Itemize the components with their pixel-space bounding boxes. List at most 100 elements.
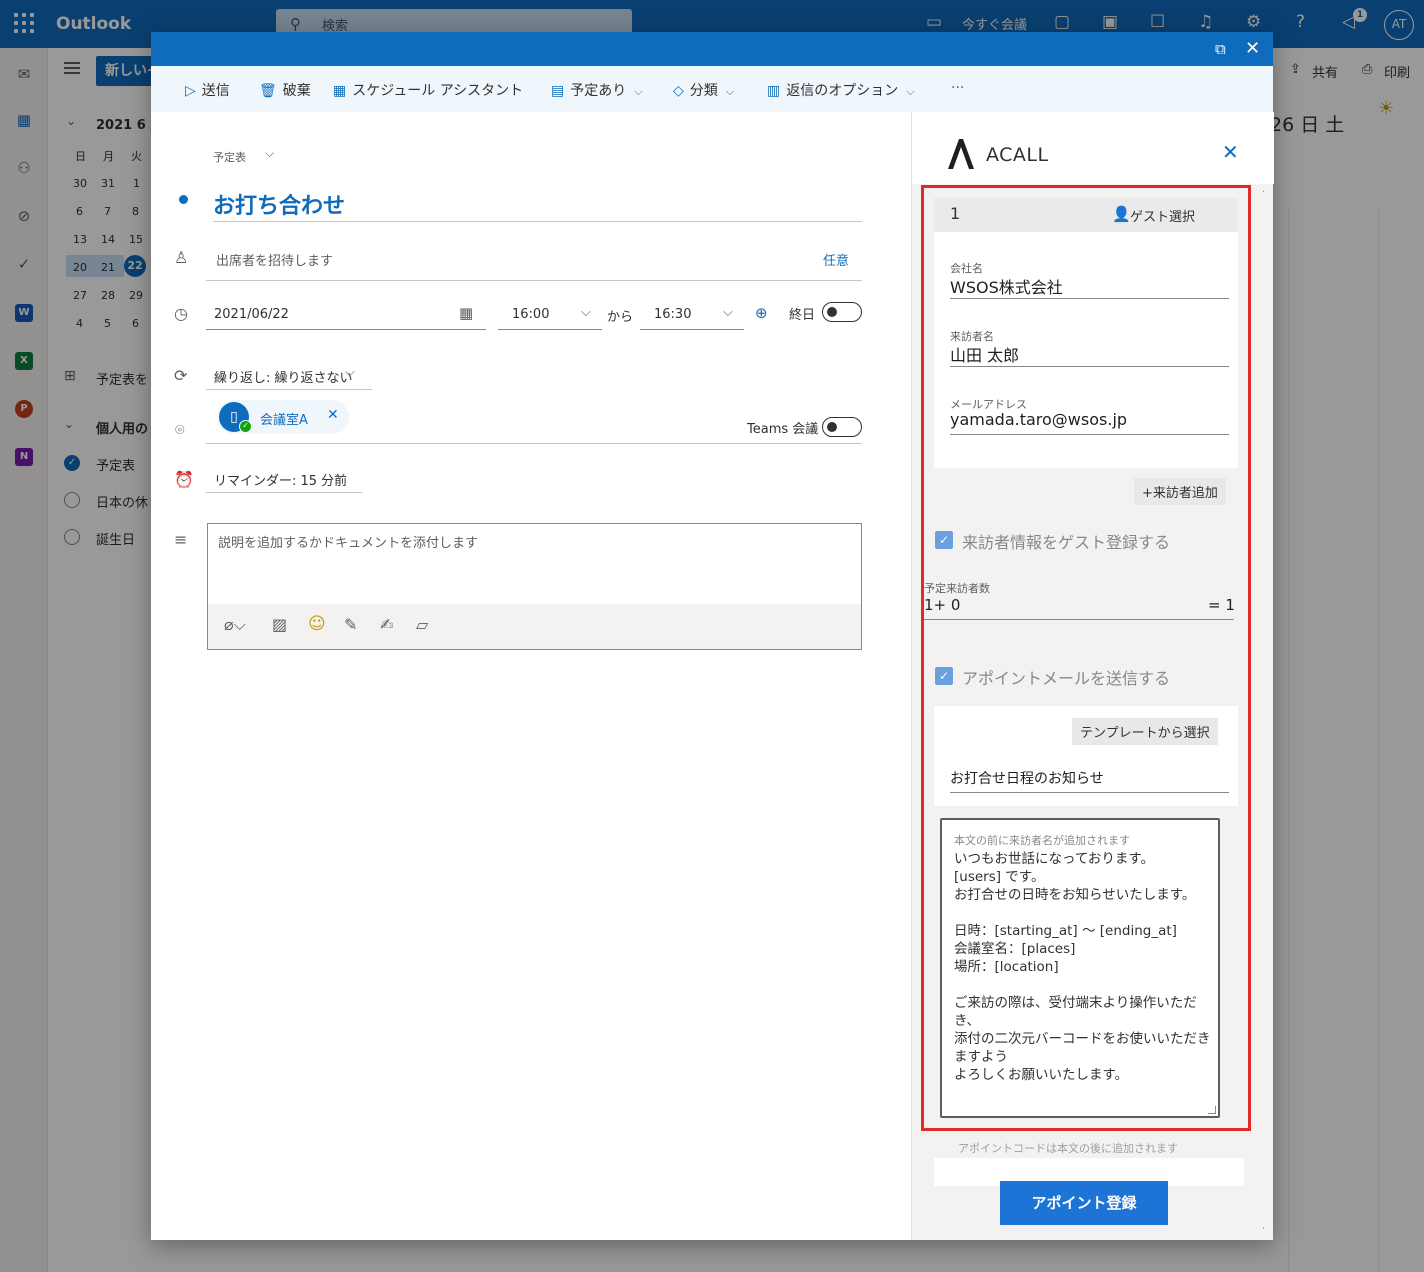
company-input[interactable]: WSOS株式会社 [950, 274, 1063, 298]
guest-number: 1 [950, 204, 961, 223]
event-title-input[interactable]: お打ち合わせ [213, 188, 345, 220]
person-icon: ♙ [174, 248, 189, 267]
scheduling-assistant-button[interactable]: ▦ スケジュール アシスタント [333, 80, 523, 100]
text-lines-icon: ≡ [174, 530, 188, 549]
all-day-label: 終日 [789, 308, 816, 323]
mail-subject-underline [950, 792, 1229, 793]
location-underline [206, 443, 862, 444]
visitor-name-input[interactable]: 山田 太郎 [950, 342, 1019, 366]
appointment-code-note: アポイントコードは本文の後に追加されます [958, 1142, 1178, 1155]
calendar-color-dot [179, 195, 188, 204]
register-guest-label: 来訪者情報をゲスト登録する [962, 533, 1171, 552]
end-time-input[interactable]: 16:30 [654, 307, 691, 322]
remove-location-icon[interactable]: ✕ [327, 407, 339, 423]
clock-icon: ◷ [174, 304, 188, 323]
calendar-selector-label[interactable]: 予定表 [213, 149, 246, 165]
send-icon: ▷ [185, 83, 196, 99]
expected-visitors-formula: 1+ 0 [924, 596, 961, 614]
guest-select-button[interactable]: ゲスト選択 [1130, 206, 1195, 225]
scroll-up-icon[interactable]: ▲ [1263, 184, 1264, 194]
location-pin-icon: ⌾ [175, 420, 185, 439]
expected-visitors-label: 予定来訪者数 [924, 582, 990, 595]
chevron-down-icon[interactable]: ⌵ [581, 305, 591, 320]
send-mail-label: アポイントメールを送信する [962, 669, 1171, 688]
chevron-down-icon[interactable]: ⌵ [335, 468, 345, 483]
reminder-dropdown[interactable]: リマインダー: 15 分前 [214, 470, 347, 489]
send-button[interactable]: ▷ 送信 [185, 80, 230, 100]
popout-icon[interactable]: ⧉ [1215, 40, 1226, 58]
description-placeholder: 説明を追加するかドキュメントを添付します [218, 536, 479, 551]
from-label: から [607, 310, 634, 325]
visitor-card: 会社名 WSOS株式会社 来訪者名 山田 太郎 メールアドレス yamada.t… [934, 232, 1238, 468]
visitor-name-underline [950, 366, 1229, 367]
mail-subject-input[interactable]: お打合せ日程のお知らせ [950, 768, 1104, 788]
location-chip[interactable]: ▯ ✓ 会議室A ✕ [217, 400, 349, 434]
alarm-clock-icon: ⏰ [174, 470, 194, 489]
available-check-icon: ✓ [239, 420, 252, 433]
response-icon: ▥ [767, 83, 781, 99]
acall-logo-icon [948, 139, 974, 169]
add-visitor-button[interactable]: +来訪者追加 [1134, 478, 1226, 505]
mail-card: テンプレートから選択 お打合せ日程のお知らせ [934, 706, 1238, 806]
title-underline [213, 221, 862, 222]
timezone-globe-icon[interactable]: ⊕ [755, 304, 768, 322]
email-input[interactable]: yamada.taro@wsos.jp [950, 410, 1127, 429]
highlight-frame: 1 👤 ゲスト選択 会社名 WSOS株式会社 来訪者名 山田 太郎 メールアドレ… [921, 185, 1251, 1131]
insert-file-icon[interactable]: ▱ [416, 615, 428, 634]
scroll-down-icon[interactable]: ▼ [1263, 1226, 1264, 1236]
dialog-title-bar: ⧉ ✕ [151, 32, 1273, 66]
optional-attendees-link[interactable]: 任意 [823, 250, 849, 269]
chevron-down-icon[interactable]: ⌵ [265, 146, 274, 161]
chevron-down-icon[interactable]: ⌵ [345, 365, 355, 380]
register-guest-checkbox[interactable]: ✓ [935, 531, 953, 549]
show-as-dropdown[interactable]: ▤ 予定あり ⌵ [551, 80, 643, 100]
send-mail-checkbox[interactable]: ✓ [935, 667, 953, 685]
register-appointment-button[interactable]: アポイント登録 [1000, 1181, 1168, 1225]
format-text-icon[interactable]: ✎ [344, 615, 357, 634]
expected-visitors-total: = 1 [1208, 596, 1235, 614]
insert-image-icon[interactable]: ▨ [272, 615, 287, 634]
end-time-underline [640, 329, 744, 330]
date-underline [206, 329, 486, 330]
chevron-down-icon[interactable]: ⌵ [723, 305, 733, 320]
signature-pen-icon[interactable]: ✍ [380, 615, 393, 634]
emoji-icon[interactable]: ☺ [308, 614, 326, 634]
busy-icon: ▤ [551, 83, 565, 99]
email-underline [950, 434, 1229, 435]
teams-meeting-toggle[interactable] [822, 417, 862, 437]
add-person-icon: 👤 [1112, 205, 1131, 223]
attendees-input[interactable]: 出席者を招待します [216, 250, 333, 269]
mail-body-textarea[interactable]: 本文の前に来訪者名が追加されます いつもお世話になっております。 [users]… [940, 818, 1220, 1118]
close-icon[interactable]: ✕ [1245, 38, 1260, 59]
panel-scrollbar[interactable]: ▲ ▼ [1262, 184, 1264, 1240]
mail-body-hint: 本文の前に来訪者名が追加されます [954, 834, 1130, 847]
chevron-down-icon: ⌵ [725, 85, 735, 98]
attach-file-icon[interactable]: ⌀⌵ [224, 615, 246, 635]
toggle-knob [827, 422, 837, 432]
dialog-toolbar: ▷ 送信 🗑 破棄 ▦ スケジュール アシスタント ▤ 予定あり ⌵ ◇ 分類 ⌵ ▥ 返信のオ… [151, 66, 1273, 112]
teams-meeting-label: Teams 会議 [747, 422, 819, 437]
discard-button[interactable]: 🗑 破棄 [259, 80, 311, 100]
all-day-toggle[interactable] [822, 302, 862, 322]
more-options-button[interactable]: ··· [951, 80, 964, 96]
date-input[interactable]: 2021/06/22 [214, 307, 289, 322]
calendar-picker-icon[interactable]: ▦ [459, 304, 473, 322]
calendar-edit-icon: ▦ [333, 83, 347, 99]
reminder-underline [206, 492, 362, 493]
repeat-underline [206, 389, 372, 390]
acall-header: ACALL ✕ [912, 112, 1274, 184]
acall-scroll-area[interactable]: 1 👤 ゲスト選択 会社名 WSOS株式会社 来訪者名 山田 太郎 メールアドレ… [918, 184, 1264, 1240]
close-panel-icon[interactable]: ✕ [1222, 140, 1239, 164]
description-editor[interactable]: 説明を追加するかドキュメントを添付します ⌀⌵ ▨ ☺ ✎ ✍ ▱ [207, 523, 862, 650]
start-time-input[interactable]: 16:00 [512, 307, 549, 322]
acall-brand: ACALL [986, 144, 1049, 166]
response-options-dropdown[interactable]: ▥ 返信のオプション ⌵ [767, 80, 915, 100]
resize-handle[interactable] [1208, 1106, 1216, 1114]
categorize-dropdown[interactable]: ◇ 分類 ⌵ [673, 80, 734, 100]
start-time-underline [498, 329, 602, 330]
tag-icon: ◇ [673, 83, 684, 99]
guest-header: 1 👤 ゲスト選択 [934, 198, 1238, 232]
template-select-button[interactable]: テンプレートから選択 [1072, 718, 1218, 745]
repeat-dropdown[interactable]: 繰り返し: 繰り返さない [214, 367, 353, 386]
expected-visitors-underline [924, 619, 1234, 620]
